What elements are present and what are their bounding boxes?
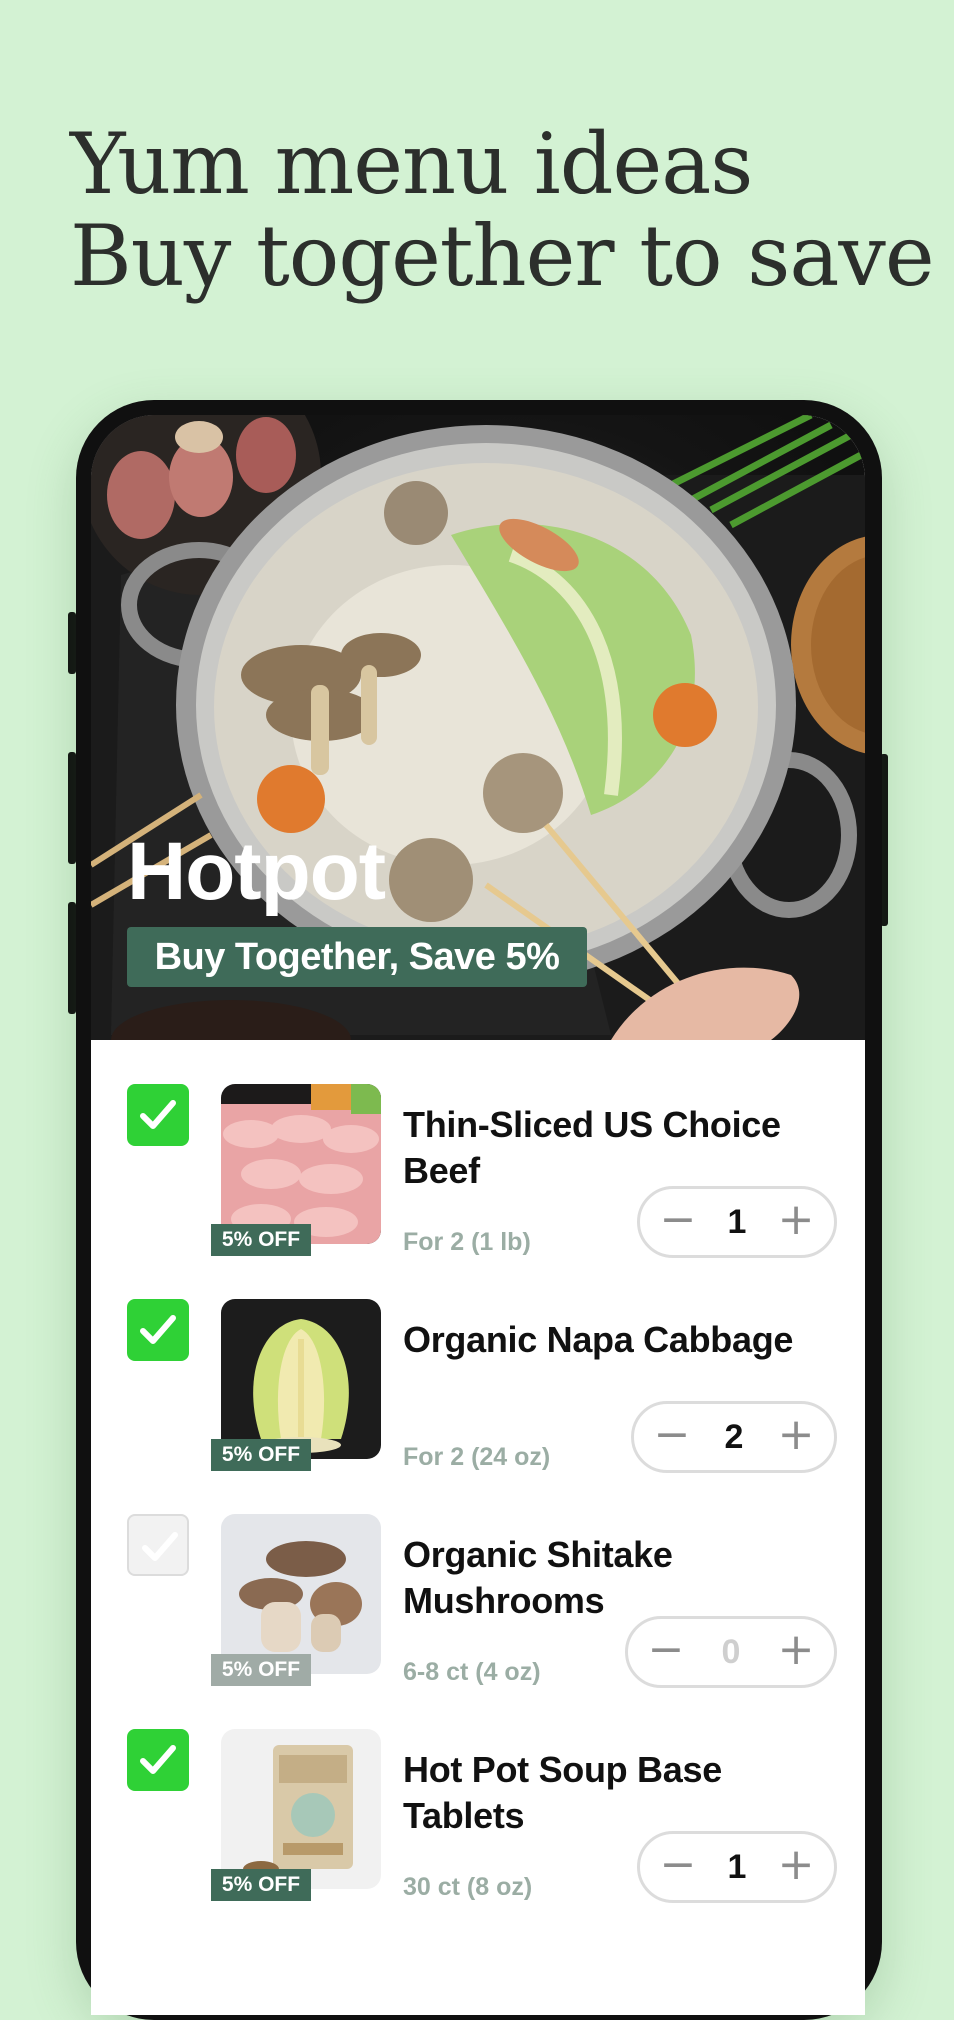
plus-icon[interactable]: + bbox=[766, 1189, 826, 1255]
item-size: 30 ct (8 oz) bbox=[403, 1873, 533, 1901]
headline: Yum menu ideas Buy together to save bbox=[70, 115, 935, 305]
discount-badge: 5% OFF bbox=[211, 1439, 311, 1471]
item-checkbox[interactable] bbox=[127, 1729, 189, 1791]
item-size: 6-8 ct (4 oz) bbox=[403, 1658, 541, 1686]
item-size: For 2 (24 oz) bbox=[403, 1443, 551, 1471]
item-checkbox[interactable] bbox=[127, 1299, 189, 1361]
item-image-napa-cabbage[interactable] bbox=[221, 1299, 381, 1459]
item-name[interactable]: Hot Pot Soup Base Tablets bbox=[403, 1747, 843, 1839]
phone-volume-down-button bbox=[68, 902, 76, 1014]
quantity-stepper: − 2 + bbox=[631, 1401, 837, 1473]
quantity-stepper: − 1 + bbox=[637, 1186, 837, 1258]
item-size: For 2 (1 lb) bbox=[403, 1228, 531, 1256]
hero-title: Hotpot bbox=[127, 826, 386, 917]
discount-badge: 5% OFF bbox=[211, 1869, 311, 1901]
item-name[interactable]: Organic Napa Cabbage bbox=[403, 1317, 843, 1363]
item-image-soup-base-package[interactable] bbox=[221, 1729, 381, 1889]
hero-banner[interactable]: Hotpot Buy Together, Save 5% bbox=[91, 415, 865, 1040]
quantity-stepper: − 1 + bbox=[637, 1831, 837, 1903]
list-item: 5% OFF Organic Shitake Mushrooms 6-8 ct … bbox=[91, 1470, 865, 1688]
checkmark-icon bbox=[140, 1745, 176, 1774]
headline-line-2: Buy together to save bbox=[70, 207, 935, 305]
checkmark-icon bbox=[140, 1315, 176, 1344]
checkmark-icon bbox=[142, 1532, 178, 1561]
phone-volume-up-button bbox=[68, 752, 76, 864]
item-checkbox[interactable] bbox=[127, 1084, 189, 1146]
plus-icon[interactable]: + bbox=[766, 1834, 826, 1900]
item-name[interactable]: Thin-Sliced US Choice Beef bbox=[403, 1102, 843, 1194]
item-image-shitake-mushrooms[interactable] bbox=[221, 1514, 381, 1674]
list-item: 5% OFF Hot Pot Soup Base Tablets 30 ct (… bbox=[91, 1685, 865, 1903]
discount-badge: 5% OFF bbox=[211, 1224, 311, 1256]
checkmark-icon bbox=[140, 1100, 176, 1129]
quantity-stepper: − 0 + bbox=[625, 1616, 837, 1688]
discount-badge: 5% OFF bbox=[211, 1654, 311, 1686]
plus-icon[interactable]: + bbox=[766, 1619, 826, 1685]
phone-silent-switch bbox=[68, 612, 76, 674]
plus-icon[interactable]: + bbox=[766, 1404, 826, 1470]
hero-savings-badge: Buy Together, Save 5% bbox=[127, 927, 587, 987]
item-name[interactable]: Organic Shitake Mushrooms bbox=[403, 1532, 843, 1624]
item-image-sliced-beef[interactable] bbox=[221, 1084, 381, 1244]
headline-line-1: Yum menu ideas bbox=[70, 115, 753, 213]
phone-screen: Hotpot Buy Together, Save 5% 5% OFF Thin… bbox=[91, 415, 865, 2015]
list-item: 5% OFF Thin-Sliced US Choice Beef For 2 … bbox=[91, 1040, 865, 1258]
list-item: 5% OFF Organic Napa Cabbage For 2 (24 oz… bbox=[91, 1255, 865, 1473]
item-checkbox[interactable] bbox=[127, 1514, 189, 1576]
